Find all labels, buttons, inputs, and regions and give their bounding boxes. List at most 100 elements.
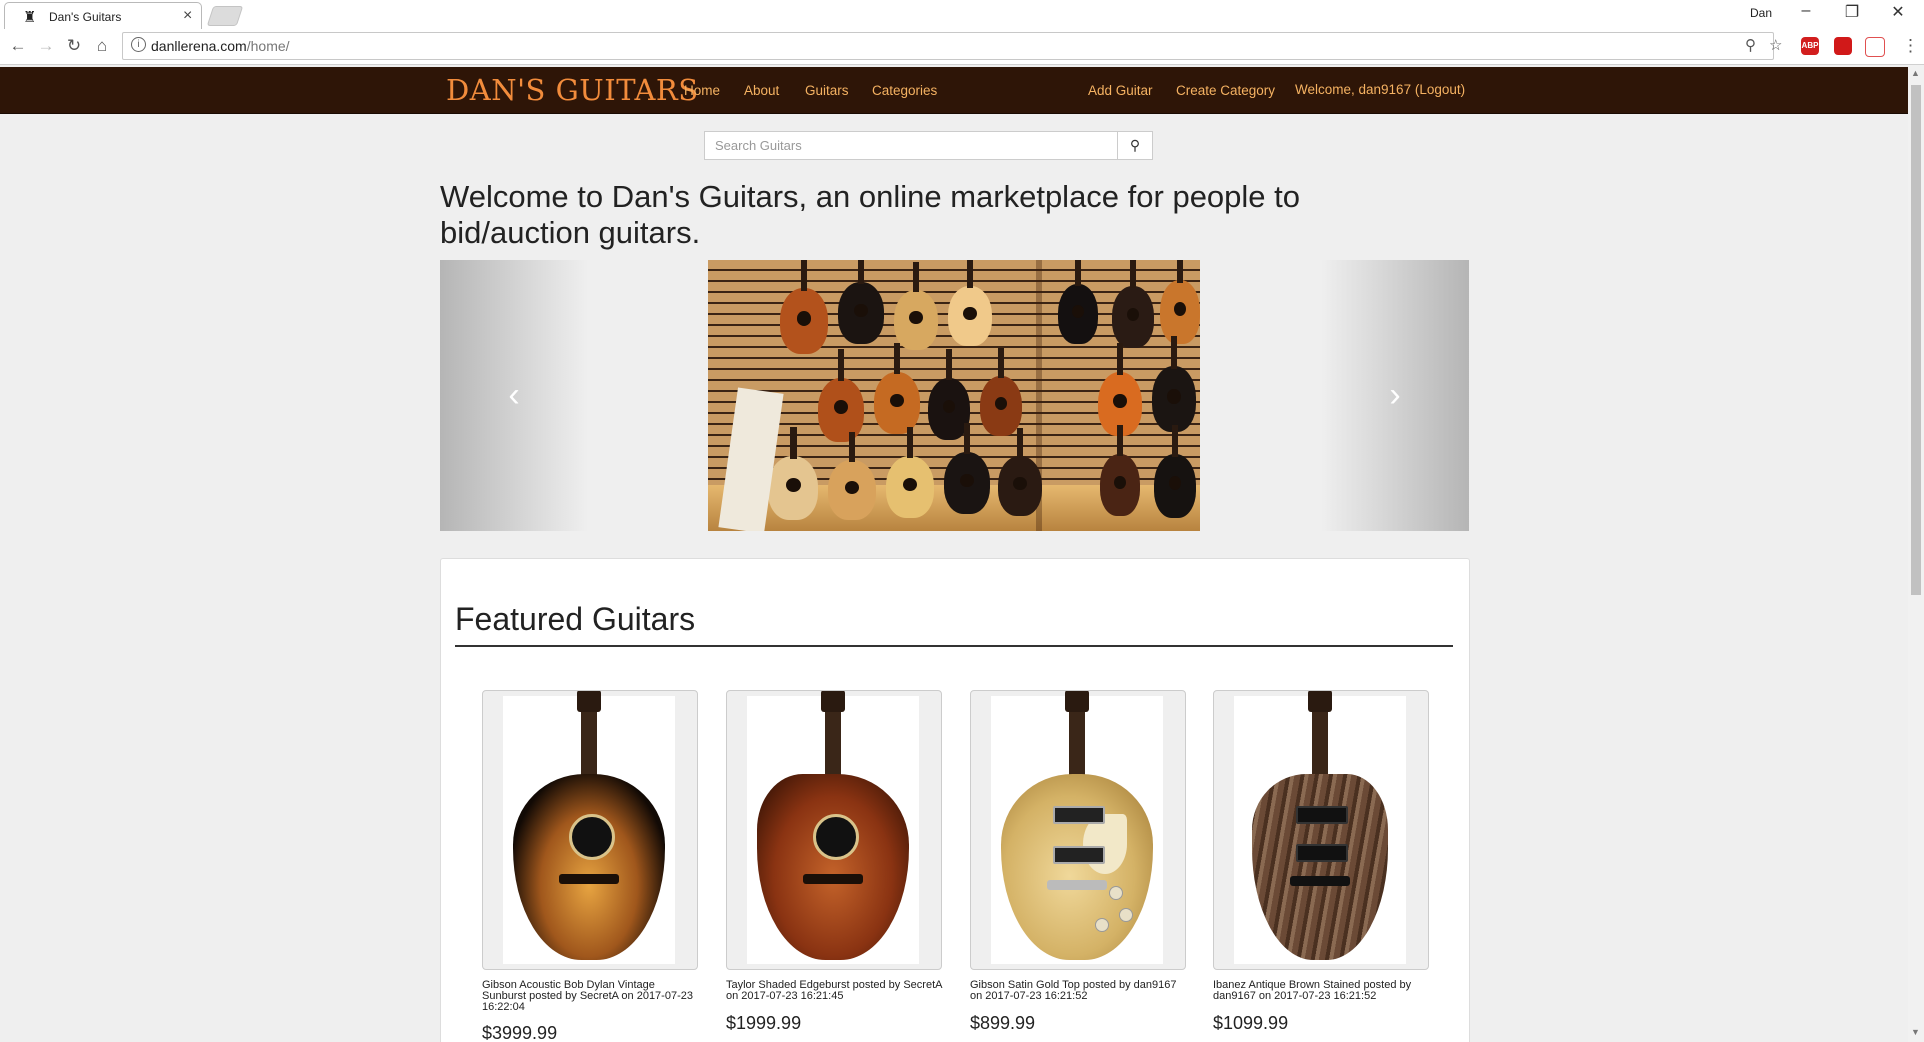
- guitar-soundhole: [569, 814, 615, 860]
- hero-carousel: ‹ ›: [440, 260, 1469, 531]
- guitar-body: [513, 774, 665, 960]
- wall-guitar: [998, 428, 1042, 516]
- browser-menu-icon[interactable]: ⋮: [1902, 36, 1919, 56]
- wall-guitar: [1160, 260, 1200, 344]
- nav-welcome-logout-link[interactable]: Welcome, dan9167 (Logout): [1295, 82, 1465, 97]
- wall-guitar: [768, 426, 818, 520]
- address-bar-row: ← → ↻ ⌂ i danllerena.com/home/ ⚲ ☆ ABP ⋮: [0, 29, 1924, 65]
- guitar-thumbnail[interactable]: [1213, 690, 1429, 970]
- guitar-bridge: [1290, 876, 1350, 886]
- guitar-image: [747, 691, 919, 964]
- back-arrow-icon[interactable]: ←: [8, 36, 28, 56]
- guitar-body: [757, 774, 909, 960]
- guitar-bridge: [559, 874, 619, 884]
- guitar-caption[interactable]: Gibson Acoustic Bob Dylan Vintage Sunbur…: [482, 980, 698, 1013]
- wall-guitar: [944, 423, 990, 514]
- scroll-up-icon[interactable]: ▲: [1911, 68, 1920, 78]
- adblock-plus-icon[interactable]: ABP: [1801, 37, 1819, 55]
- minimize-button[interactable]: –: [1791, 2, 1821, 20]
- wall-guitar: [1100, 425, 1140, 516]
- bookmark-star-icon[interactable]: ☆: [1769, 36, 1782, 54]
- wall-guitar: [980, 348, 1022, 436]
- search-input[interactable]: [704, 131, 1118, 160]
- featured-title: Featured Guitars: [455, 601, 696, 637]
- zoom-icon[interactable]: ⚲: [1745, 36, 1756, 54]
- guitar-pickup: [1296, 844, 1348, 862]
- search-icon: ⚲: [1129, 137, 1141, 153]
- guitar-body: [1001, 774, 1153, 960]
- guitar-thumbnail[interactable]: [726, 690, 942, 970]
- url-omnibox[interactable]: i danllerena.com/home/ ⚲ ☆: [122, 32, 1782, 60]
- new-tab-button[interactable]: [206, 6, 244, 26]
- wall-guitar: [1058, 260, 1098, 344]
- guitar-store-wall-image: [708, 260, 1200, 531]
- brand-logo[interactable]: DAN'S GUITARS: [446, 73, 699, 107]
- tab-title: Dan's Guitars: [49, 10, 122, 24]
- wall-guitar: [818, 348, 864, 442]
- carousel-next-button[interactable]: ›: [1321, 260, 1469, 531]
- page-scrollbar[interactable]: ▲ ▼: [1908, 65, 1924, 1042]
- profile-name[interactable]: Dan: [1750, 6, 1772, 20]
- browser-tab[interactable]: ♜ Dan's Guitars ×: [4, 2, 202, 30]
- guitar-headstock: [821, 691, 845, 712]
- guitar-image: [503, 691, 675, 964]
- guitar-soundhole: [813, 814, 859, 860]
- restore-button[interactable]: ❐: [1837, 2, 1867, 22]
- guitar-pickup: [1053, 806, 1105, 824]
- reload-icon[interactable]: ↻: [64, 36, 84, 56]
- guitar-price: $3999.99: [482, 1023, 558, 1042]
- wall-guitar: [886, 427, 934, 518]
- guitar-caption[interactable]: Ibanez Antique Brown Stained posted by d…: [1213, 980, 1429, 1002]
- scroll-down-icon[interactable]: ▼: [1911, 1027, 1920, 1037]
- nav-home-link[interactable]: Home: [684, 83, 720, 98]
- guitar-caption[interactable]: Taylor Shaded Edgeburst posted by Secret…: [726, 980, 942, 1002]
- wall-guitar: [874, 343, 920, 434]
- guitar-price: $1099.99: [1213, 1013, 1289, 1033]
- nav-categories-link[interactable]: Categories: [872, 83, 937, 98]
- featured-guitars-panel: Featured Guitars Gibson Acoustic Bob Dyl…: [440, 558, 1470, 1042]
- guitar-pickup: [1296, 806, 1348, 824]
- close-window-button[interactable]: ✕: [1883, 2, 1913, 22]
- nav-create-category-link[interactable]: Create Category: [1176, 83, 1275, 98]
- url-text[interactable]: danllerena.com/home/: [151, 38, 290, 54]
- welcome-headline: Welcome to Dan's Guitars, an online mark…: [440, 179, 1301, 250]
- tab-close-icon[interactable]: ×: [183, 7, 192, 25]
- nav-add-guitar-link[interactable]: Add Guitar: [1088, 83, 1153, 98]
- guitar-body: [1252, 774, 1388, 960]
- guitar-knob: [1119, 908, 1133, 922]
- site-info-icon[interactable]: i: [131, 37, 146, 52]
- wall-guitar: [948, 260, 992, 346]
- guitar-thumbnail[interactable]: [970, 690, 1186, 970]
- wall-guitar: [1154, 424, 1196, 518]
- page-viewport: DAN'S GUITARS Home About Guitars Categor…: [0, 65, 1908, 1042]
- guitar-image: [1234, 691, 1406, 964]
- wall-guitar: [1152, 335, 1196, 432]
- search-button[interactable]: ⚲: [1117, 131, 1153, 160]
- wall-guitar: [828, 432, 876, 520]
- guitar-price: $1999.99: [726, 1013, 802, 1033]
- chevron-left-icon: ‹: [508, 376, 520, 414]
- guitar-headstock: [577, 691, 601, 712]
- guitar-caption[interactable]: Gibson Satin Gold Top posted by dan9167 …: [970, 980, 1186, 1002]
- home-icon[interactable]: ⌂: [92, 36, 112, 56]
- browser-tabstrip: ♜ Dan's Guitars × Dan – ❐ ✕: [0, 0, 1924, 30]
- scrollbar-thumb[interactable]: [1911, 85, 1921, 595]
- guitar-bridge: [803, 874, 863, 884]
- guitar-thumbnail[interactable]: [482, 690, 698, 970]
- site-navbar: DAN'S GUITARS Home About Guitars Categor…: [0, 67, 1908, 114]
- nav-guitars-link[interactable]: Guitars: [805, 83, 849, 98]
- guitar-pickup: [1053, 846, 1105, 864]
- featured-divider: [455, 645, 1453, 647]
- guitar-knob: [1095, 918, 1109, 932]
- guitar-knob: [1109, 886, 1123, 900]
- wall-guitar: [894, 262, 938, 350]
- carousel-prev-button[interactable]: ‹: [440, 260, 588, 531]
- wall-guitar: [780, 260, 828, 354]
- chevron-right-icon: ›: [1389, 376, 1401, 414]
- url-path: /home/: [246, 38, 290, 54]
- red-extension-icon[interactable]: [1834, 37, 1852, 55]
- forward-arrow-icon[interactable]: →: [36, 36, 56, 56]
- guitar-headstock: [1308, 691, 1332, 712]
- nav-about-link[interactable]: About: [744, 83, 779, 98]
- pdf-extension-icon[interactable]: [1865, 37, 1885, 57]
